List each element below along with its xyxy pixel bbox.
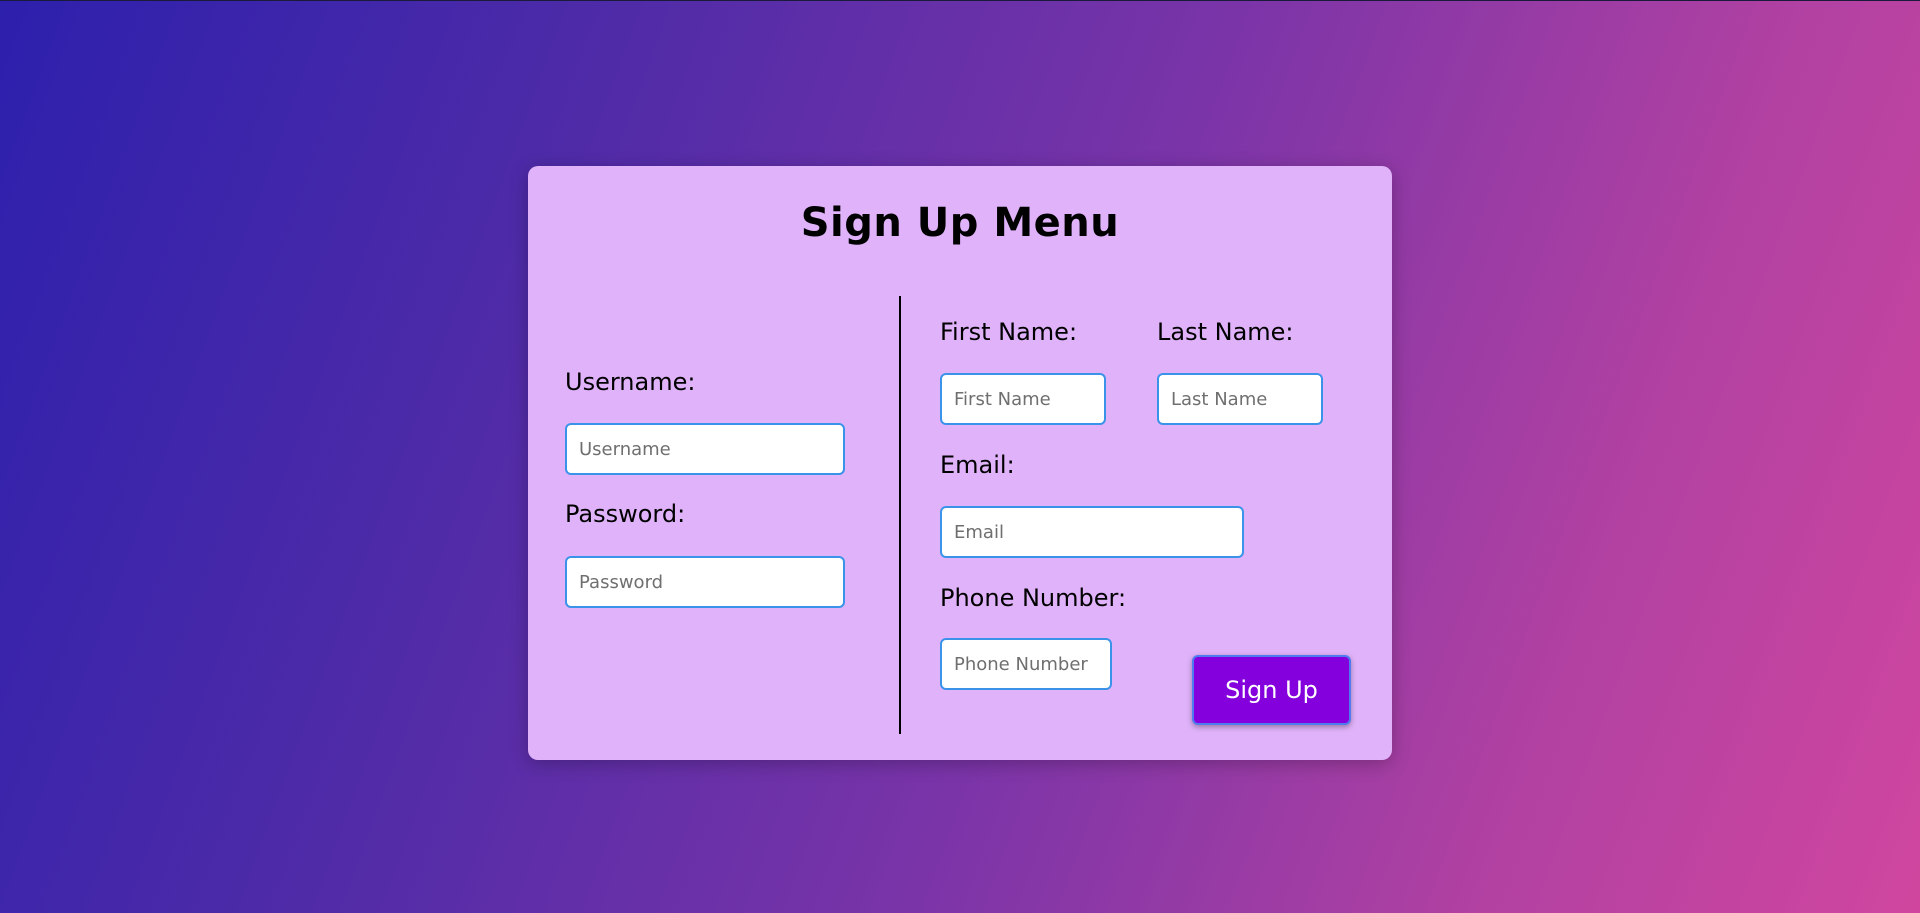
top-border-line — [0, 0, 1920, 1]
page-title: Sign Up Menu — [800, 200, 1120, 246]
email-input[interactable] — [940, 506, 1244, 558]
password-label: Password: — [565, 500, 686, 528]
column-divider — [899, 296, 901, 734]
username-label: Username: — [565, 368, 696, 396]
last-name-label: Last Name: — [1157, 318, 1294, 346]
email-label: Email: — [940, 451, 1015, 479]
first-name-label: First Name: — [940, 318, 1078, 346]
password-input[interactable] — [565, 556, 845, 608]
username-input[interactable] — [565, 423, 845, 475]
phone-number-input[interactable] — [940, 638, 1112, 690]
phone-number-label: Phone Number: — [940, 584, 1127, 612]
signup-card: Sign Up Menu Username: Password: First N… — [528, 166, 1392, 760]
first-name-input[interactable] — [940, 373, 1106, 425]
last-name-input[interactable] — [1157, 373, 1323, 425]
sign-up-button[interactable]: Sign Up — [1192, 655, 1351, 725]
